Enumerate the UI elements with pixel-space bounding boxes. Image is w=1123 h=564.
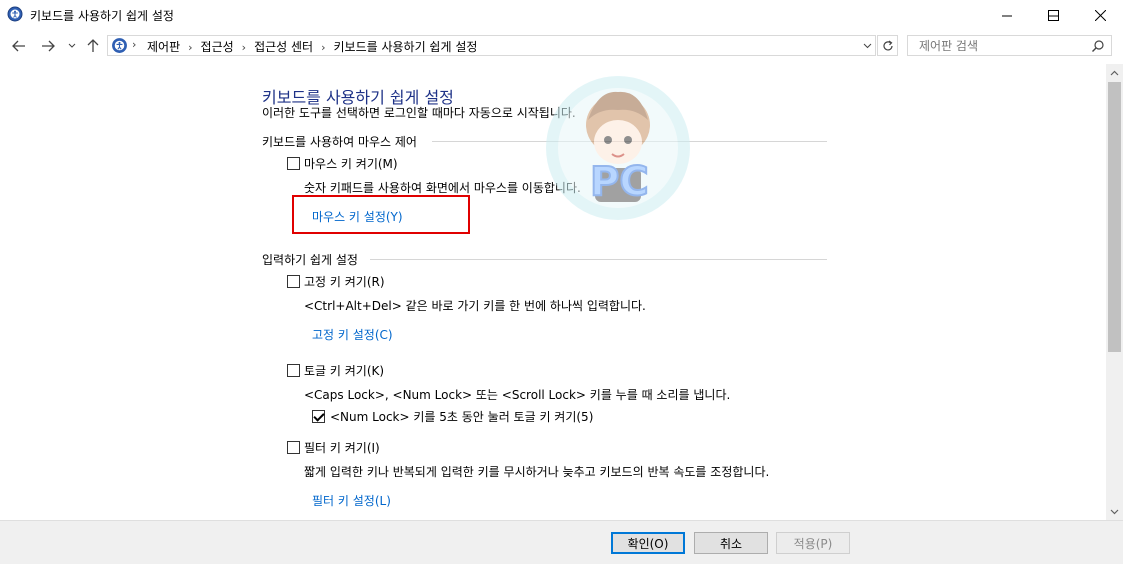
group-label-typing: 입력하기 쉽게 설정 (262, 253, 358, 267)
breadcrumb-item[interactable]: 키보드를 사용하기 쉽게 설정 (333, 40, 477, 54)
highlight-box (292, 195, 470, 234)
close-button[interactable] (1077, 0, 1123, 30)
forward-arrow-icon (42, 40, 55, 52)
breadcrumb-separator: › (241, 41, 247, 54)
dialog-footer: 확인(O) 취소 적용(P) (0, 520, 1123, 564)
filter-keys-label[interactable]: 필터 키 켜기(I) (304, 439, 380, 456)
minimize-icon (1001, 15, 1012, 16)
breadcrumb-item[interactable]: 접근성 센터 (254, 40, 313, 54)
back-arrow-icon (12, 40, 25, 52)
page-subtitle: 이러한 도구를 선택하면 로그인할 때마다 자동으로 시작됩니다. (262, 106, 576, 120)
toggle-keys-label[interactable]: 토글 키 켜기(K) (304, 362, 384, 379)
minimize-button-2[interactable] (984, 0, 1030, 30)
breadcrumb-separator: › (321, 41, 326, 54)
chevron-up-icon (1110, 70, 1119, 75)
chevron-down-icon (68, 43, 76, 48)
breadcrumb-item[interactable]: 접근성 (201, 40, 234, 54)
chevron-down-icon (1110, 509, 1119, 514)
mouse-keys-checkbox[interactable] (287, 157, 300, 170)
filter-keys-checkbox[interactable] (287, 441, 300, 454)
recent-locations-button[interactable] (62, 36, 82, 56)
up-arrow-icon (87, 39, 99, 52)
group-label-mouse: 키보드를 사용하여 마우스 제어 (262, 135, 417, 149)
group-divider (370, 259, 827, 260)
breadcrumb: 제어판 › 접근성 › 접근성 센터 › 키보드를 사용하기 쉽게 설정 (147, 38, 477, 55)
title-bar: 키보드를 사용하기 쉽게 설정 (0, 0, 1123, 30)
mouse-keys-label[interactable]: 마우스 키 켜기(M) (304, 155, 398, 172)
search-input[interactable] (917, 38, 1091, 54)
ease-of-access-icon (112, 38, 127, 53)
filter-keys-settings-link[interactable]: 필터 키 설정(L) (312, 492, 391, 509)
toggle-keys-checkbox[interactable] (287, 364, 300, 377)
up-button[interactable] (83, 36, 103, 56)
scroll-down-button[interactable] (1106, 503, 1123, 520)
chevron-down-icon (863, 43, 871, 48)
scrollbar-thumb[interactable] (1108, 82, 1121, 352)
num-lock-toggle-label[interactable]: <Num Lock> 키를 5초 동안 눌러 토글 키 켜기(5) (330, 408, 593, 425)
refresh-icon (882, 40, 893, 50)
sticky-keys-settings-link[interactable]: 고정 키 설정(C) (312, 326, 393, 343)
ease-of-access-icon (7, 6, 23, 22)
breadcrumb-separator: › (188, 41, 193, 54)
search-box[interactable] (907, 35, 1112, 56)
close-icon (1094, 9, 1106, 21)
watermark-text: PC (590, 159, 649, 205)
address-bar[interactable]: › 제어판 › 접근성 › 접근성 센터 › 키보드를 사용하기 쉽게 설정 (107, 35, 876, 56)
sticky-keys-description: <Ctrl+Alt+Del> 같은 바로 가기 키를 한 번에 하나씩 입력합니… (304, 299, 646, 313)
back-button[interactable] (9, 36, 29, 56)
refresh-button[interactable] (877, 35, 898, 56)
window-title: 키보드를 사용하기 쉽게 설정 (30, 9, 174, 23)
sticky-keys-checkbox[interactable] (287, 275, 300, 288)
watermark-logo: PC (546, 76, 690, 220)
num-lock-toggle-checkbox[interactable] (312, 410, 325, 423)
sticky-keys-label[interactable]: 고정 키 켜기(R) (304, 273, 385, 290)
cancel-button[interactable]: 취소 (694, 532, 768, 554)
scroll-up-button[interactable] (1106, 64, 1123, 81)
forward-button[interactable] (38, 36, 58, 56)
maximize-button-2[interactable] (1030, 0, 1076, 30)
toggle-keys-description: <Caps Lock>, <Num Lock> 또는 <Scroll Lock>… (304, 388, 731, 402)
breadcrumb-item[interactable]: 제어판 (147, 40, 180, 54)
address-dropdown-button[interactable] (859, 36, 875, 55)
search-icon[interactable] (1091, 39, 1105, 53)
filter-keys-description: 짧게 입력한 키나 반복되게 입력한 키를 무시하거나 늦추고 키보드의 반복 … (304, 465, 770, 479)
apply-button[interactable]: 적용(P) (776, 532, 850, 554)
breadcrumb-separator: › (132, 38, 137, 51)
ok-button[interactable]: 확인(O) (611, 532, 685, 554)
maximize-icon (1047, 9, 1059, 21)
vertical-scrollbar[interactable] (1106, 64, 1123, 520)
